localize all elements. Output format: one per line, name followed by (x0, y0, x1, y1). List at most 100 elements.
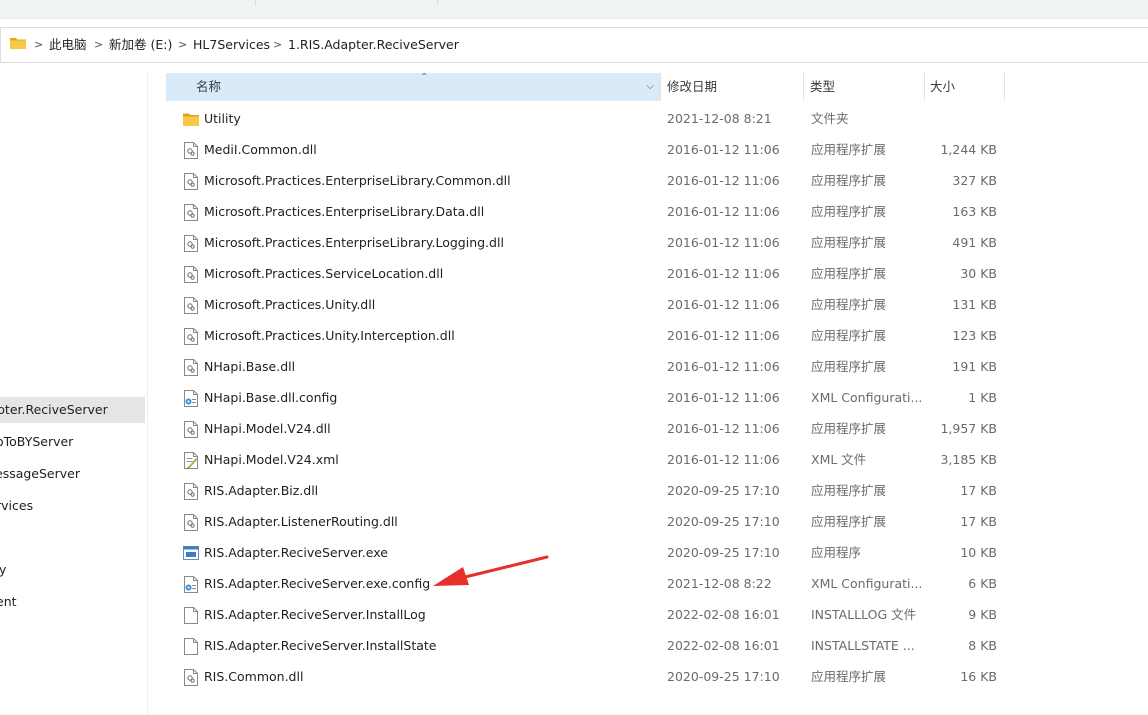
column-header-size-label: 大小 (930, 79, 956, 94)
file-name: Microsoft.Practices.Unity.Interception.d… (204, 328, 455, 343)
file-type: 应用程序 (811, 545, 862, 560)
file-size: 191 KB (952, 359, 997, 374)
address-bar: > 此电脑 > 新加卷 (E:) > HL7Services > 1.RIS.A… (0, 18, 1148, 71)
breadcrumb-item-this-pc[interactable]: 此电脑 (49, 28, 87, 62)
file-modified-date: 2016-01-12 11:06 (667, 235, 780, 250)
breadcrumb[interactable]: > 此电脑 > 新加卷 (E:) > HL7Services > 1.RIS.A… (0, 27, 1148, 63)
table-row[interactable]: RIS.Adapter.ReciveServer.exe.config 2021-… (166, 569, 1006, 599)
file-name: RIS.Adapter.ListenerRouting.dll (204, 514, 398, 529)
column-header-date-label: 修改日期 (667, 79, 718, 94)
config-icon (184, 576, 198, 593)
blank-file-icon (184, 607, 198, 624)
tab-edge (255, 0, 256, 6)
file-size: 17 KB (960, 483, 997, 498)
file-modified-date: 2021-12-08 8:21 (667, 111, 772, 126)
file-modified-date: 2020-09-25 17:10 (667, 545, 780, 560)
file-name: Microsoft.Practices.Unity.dll (204, 297, 376, 312)
file-type: XML Configurati... (811, 576, 921, 591)
table-row[interactable]: Microsoft.Practices.Unity.Interception.d… (166, 321, 1006, 351)
file-modified-date: 2016-01-12 11:06 (667, 266, 780, 281)
blank-file-icon (184, 638, 198, 655)
table-row[interactable]: MediI.Common.dll 2016-01-12 11:06 应用程序扩展 1,… (166, 135, 1006, 165)
file-modified-date: 2016-01-12 11:06 (667, 421, 780, 436)
file-type: INSTALLLOG 文件 (811, 607, 917, 622)
nav-item-label: rvices (0, 498, 34, 513)
dll-icon (184, 669, 198, 686)
file-modified-date: 2022-02-08 16:01 (667, 607, 780, 622)
file-type: 应用程序扩展 (811, 297, 887, 312)
file-name: Microsoft.Practices.ServiceLocation.dll (204, 266, 444, 281)
table-row[interactable]: NHapi.Model.V24.xml 2016-01-12 11:06 XML 文… (166, 445, 1006, 475)
column-header-type[interactable]: 类型 (810, 73, 920, 101)
file-type: 应用程序扩展 (811, 204, 887, 219)
file-size: 16 KB (960, 669, 997, 684)
file-name: NHapi.Base.dll.config (204, 390, 338, 405)
table-row[interactable]: Microsoft.Practices.Unity.dll 2016-01-12 … (166, 290, 1006, 320)
table-row[interactable]: RIS.Adapter.ReciveServer.exe 2020-09-25 1… (166, 538, 1006, 568)
breadcrumb-separator: > (34, 38, 44, 51)
breadcrumb-item-drive-e[interactable]: 新加卷 (E:) (109, 28, 172, 62)
nav-item-y[interactable]: y (0, 557, 145, 583)
navigation-pane: pter.ReciveServer oToBYServer essageServ… (0, 70, 147, 715)
column-divider[interactable] (1004, 73, 1005, 101)
dll-icon (184, 142, 198, 159)
dll-icon (184, 297, 198, 314)
file-size: 163 KB (952, 204, 997, 219)
chevron-down-icon[interactable]: ⌵ (646, 73, 654, 101)
nav-item-ent[interactable]: ent (0, 589, 145, 615)
table-row[interactable]: RIS.Adapter.ListenerRouting.dll 2020-09-2… (166, 507, 1006, 537)
file-name: MediI.Common.dll (204, 142, 317, 157)
table-row[interactable]: Utility 2021-12-08 8:21 文件夹 (166, 104, 1006, 134)
table-row[interactable]: Microsoft.Practices.EnterpriseLibrary.Da… (166, 197, 1006, 227)
table-row[interactable]: RIS.Adapter.ReciveServer.InstallState 202… (166, 631, 1006, 661)
table-row[interactable]: NHapi.Base.dll.config 2016-01-12 11:06 XML… (166, 383, 1006, 413)
table-row[interactable]: Microsoft.Practices.EnterpriseLibrary.Lo… (166, 228, 1006, 258)
table-row[interactable]: RIS.Adapter.Biz.dll 2020-09-25 17:10 应用程序扩… (166, 476, 1006, 506)
column-divider[interactable] (924, 73, 925, 101)
nav-item-services[interactable]: rvices (0, 493, 145, 519)
nav-item-message-server[interactable]: essageServer (0, 461, 145, 487)
dll-icon (184, 514, 198, 531)
file-type: 应用程序扩展 (811, 514, 887, 529)
file-type: 应用程序扩展 (811, 669, 887, 684)
file-modified-date: 2016-01-12 11:06 (667, 359, 780, 374)
file-explorer-window: > 此电脑 > 新加卷 (E:) > HL7Services > 1.RIS.A… (0, 0, 1148, 715)
file-modified-date: 2016-01-12 11:06 (667, 142, 780, 157)
file-type: 应用程序扩展 (811, 266, 887, 281)
nav-item-recive-server[interactable]: pter.ReciveServer (0, 397, 145, 423)
file-modified-date: 2016-01-12 11:06 (667, 297, 780, 312)
column-divider[interactable] (803, 73, 804, 101)
column-header-date[interactable]: 修改日期 (667, 73, 797, 101)
file-modified-date: 2016-01-12 11:06 (667, 328, 780, 343)
breadcrumb-separator: > (94, 38, 104, 51)
file-size: 1,957 KB (940, 421, 997, 436)
nav-item-tobyserver[interactable]: oToBYServer (0, 429, 145, 455)
table-row[interactable]: Microsoft.Practices.ServiceLocation.dll 2… (166, 259, 1006, 289)
dll-icon (184, 173, 198, 190)
file-size: 1,244 KB (940, 142, 997, 157)
file-type: 应用程序扩展 (811, 328, 887, 343)
dll-icon (184, 421, 198, 438)
breadcrumb-item-current-folder[interactable]: 1.RIS.Adapter.ReciveServer (288, 28, 459, 62)
file-modified-date: 2016-01-12 11:06 (667, 390, 780, 405)
dll-icon (184, 266, 198, 283)
file-modified-date: 2016-01-12 11:06 (667, 173, 780, 188)
table-row[interactable]: NHapi.Base.dll 2016-01-12 11:06 应用程序扩展 191 … (166, 352, 1006, 382)
column-header-name[interactable]: 名称 ⌃ ⌵ (166, 72, 660, 101)
column-divider[interactable] (660, 73, 661, 101)
table-row[interactable]: NHapi.Model.V24.dll 2016-01-12 11:06 应用程序扩… (166, 414, 1006, 444)
file-name: RIS.Adapter.ReciveServer.InstallState (204, 638, 437, 653)
column-header-size[interactable]: 大小 (930, 73, 1000, 101)
table-row[interactable]: Microsoft.Practices.EnterpriseLibrary.Co… (166, 166, 1006, 196)
file-size: 3,185 KB (940, 452, 997, 467)
exe-icon (183, 546, 199, 560)
breadcrumb-item-hl7services[interactable]: HL7Services (193, 28, 270, 62)
dll-icon (184, 204, 198, 221)
file-name: RIS.Common.dll (204, 669, 304, 684)
breadcrumb-separator: > (273, 38, 283, 51)
table-row[interactable]: RIS.Common.dll 2020-09-25 17:10 应用程序扩展 16 K… (166, 662, 1006, 692)
file-size: 8 KB (968, 638, 997, 653)
file-type: 应用程序扩展 (811, 173, 887, 188)
sort-ascending-icon: ⌃ (420, 72, 429, 83)
table-row[interactable]: RIS.Adapter.ReciveServer.InstallLog 2022-… (166, 600, 1006, 630)
